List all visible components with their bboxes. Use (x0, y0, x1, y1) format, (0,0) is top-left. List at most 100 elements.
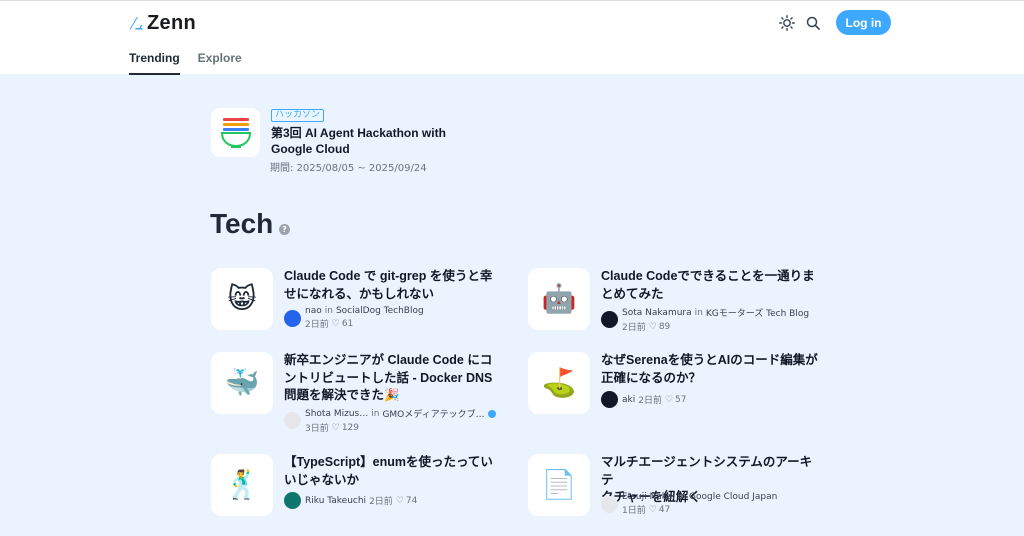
article-thumbnail: ⛳ (528, 352, 590, 414)
article-title-line: マルチエージェントシステムのアーキテ (601, 455, 813, 487)
publish-date: 2日前 (622, 323, 646, 333)
article-emoji: 🐳 (224, 366, 260, 399)
heart-icon: ♡ (331, 422, 340, 433)
author-name[interactable]: nao (305, 306, 322, 316)
article-title-line: 正確になるのか？ (601, 370, 702, 385)
event-title[interactable]: 第3回 AI Agent Hackathon with Google Cloud (271, 125, 471, 157)
article-card[interactable]: 🕺 【TypeScript】enumを使ったってい いじゃないか Riku Ta… (211, 454, 501, 534)
site-header: Zenn Log in Trending Explore (0, 0, 1024, 75)
article-title-line: 【TypeScript】enumを使ったってい (284, 455, 493, 469)
event-thumbnail (211, 108, 260, 157)
article-title-line: せになれる、かもしれない (284, 286, 435, 301)
heart-icon: ♡ (395, 495, 404, 506)
article-title[interactable]: Claude Codeでできることを一通りま とめてみた (601, 268, 821, 303)
article-emoji: ⛳ (541, 366, 577, 399)
help-icon[interactable]: ? (279, 224, 290, 235)
publication-name[interactable]: SocialDog TechBlog (336, 306, 424, 316)
logo-text: Zenn (147, 11, 196, 34)
like-count-value: 129 (341, 422, 359, 433)
avatar[interactable] (601, 391, 618, 408)
article-thumbnail: 🤖 (528, 268, 590, 330)
publish-date: 3日前 (305, 424, 329, 434)
like-count: ♡ 61 (332, 319, 354, 329)
avatar[interactable] (284, 412, 301, 429)
in-label: in (371, 408, 380, 419)
article-meta: nao in SocialDog TechBlog 2日前 ♡ 61 (284, 306, 424, 330)
article-title-line: いじゃないか (284, 472, 360, 487)
article-title-line: Claude Code で git-grep を使うと幸 (284, 269, 493, 283)
login-button[interactable]: Log in (836, 10, 891, 35)
article-title[interactable]: Claude Code で git-grep を使うと幸 せになれる、かもしれな… (284, 268, 504, 303)
main-tabs: Trending Explore (129, 51, 242, 75)
avatar[interactable] (601, 495, 618, 513)
article-thumbnail: 📄 (528, 454, 590, 516)
avatar[interactable] (284, 309, 301, 327)
article-title-line: Claude Codeでできることを一通りま (601, 269, 815, 283)
event-title-line: 第3回 AI Agent Hackathon with (271, 126, 446, 140)
article-thumbnail: 😸 (211, 268, 273, 330)
author-name[interactable]: Riku Takeuchi (305, 496, 366, 506)
article-card[interactable]: 🤖 Claude Codeでできることを一通りま とめてみた Sota Naka… (528, 268, 818, 348)
heart-icon: ♡ (664, 394, 674, 405)
article-title[interactable]: 【TypeScript】enumを使ったってい いじゃないか (284, 454, 504, 489)
zenn-logo[interactable]: Zenn (129, 11, 196, 34)
article-meta: Riku Takeuchi 2日前 ♡ 74 (284, 492, 417, 509)
article-emoji: 🕺 (224, 468, 260, 501)
zenn-logo-icon (129, 17, 143, 30)
publication-name[interactable]: KGモーターズ Tech Blog (706, 306, 809, 319)
in-label: in (677, 492, 687, 502)
article-title[interactable]: 新卒エンジニアが Claude Code にコ ントリビュートした話 - Doc… (284, 352, 504, 405)
article-emoji: 📄 (541, 468, 577, 501)
article-meta: aki 2日前 ♡ 57 (601, 391, 687, 408)
heart-icon: ♡ (648, 504, 657, 515)
author-name[interactable]: aki (622, 395, 635, 405)
publication-name[interactable]: Google Cloud Japan (689, 492, 777, 502)
article-meta: Shota Mizus… in GMOメディアテックブ… 3日前 ♡ 129 (284, 407, 496, 434)
author-name[interactable]: Etsuji Nakai (622, 492, 675, 502)
avatar[interactable] (284, 492, 301, 509)
article-emoji: 🤖 (541, 282, 577, 315)
like-count: ♡ 57 (665, 395, 687, 405)
search-icon[interactable] (803, 13, 823, 33)
article-meta: Etsuji Nakai in Google Cloud Japan 1日前 ♡ 47 (601, 492, 777, 516)
publication-name[interactable]: GMOメディアテックブ… (382, 407, 484, 420)
author-name[interactable]: Shota Mizus… (305, 409, 368, 419)
like-count-value: 61 (341, 318, 354, 329)
tab-explore[interactable]: Explore (198, 51, 242, 75)
section-title: Tech (210, 208, 274, 239)
ramen-bowl-icon (220, 117, 251, 148)
article-title-line: とめてみた (601, 286, 664, 301)
event-title-line: Google Cloud (271, 142, 350, 156)
author-name[interactable]: Sota Nakamura (622, 308, 692, 318)
like-count: ♡ 129 (332, 423, 359, 433)
like-count-value: 89 (658, 321, 671, 332)
publish-date: 2日前 (369, 497, 393, 507)
publish-date: 2日前 (638, 396, 662, 406)
article-title-line: なぜSerenaを使うとAIのコード編集が (601, 353, 818, 367)
like-count: ♡ 47 (649, 505, 671, 515)
like-count-value: 74 (405, 495, 418, 506)
article-title-line: ントリビュートした話 - Docker DNS (284, 370, 493, 385)
like-count: ♡ 89 (649, 322, 671, 332)
article-card[interactable]: 🐳 新卒エンジニアが Claude Code にコ ントリビュートした話 - D… (211, 352, 504, 434)
in-label: in (694, 307, 703, 318)
article-title-line: 問題を解決できた🎉 (284, 388, 400, 402)
theme-toggle-sun-icon[interactable] (777, 13, 797, 33)
article-card[interactable]: 😸 Claude Code で git-grep を使うと幸 せになれる、かもし… (211, 268, 501, 348)
in-label: in (324, 306, 333, 316)
like-count: ♡ 74 (396, 496, 418, 506)
article-thumbnail: 🐳 (211, 352, 273, 414)
event-tag: ハッカソン (271, 109, 325, 122)
article-card[interactable]: ⛳ なぜSerenaを使うとAIのコード編集が 正確になるのか？ aki 2日前 ♡… (528, 352, 818, 432)
event-period: 期間: 2025/08/05 ~ 2025/09/24 (270, 163, 427, 174)
verified-badge-icon (487, 409, 496, 418)
article-title-line: 新卒エンジニアが Claude Code にコ (284, 353, 493, 367)
article-card[interactable]: 📄 マルチエージェントシステムのアーキテ クチャーを紐解く Etsuji Nak… (528, 454, 818, 534)
tab-trending[interactable]: Trending (129, 51, 180, 75)
article-title[interactable]: なぜSerenaを使うとAIのコード編集が 正確になるのか？ (601, 352, 821, 387)
article-meta: Sota Nakamura in KGモーターズ Tech Blog 2日前 ♡ 89 (601, 306, 809, 333)
publish-date: 1日前 (622, 506, 646, 516)
article-thumbnail: 🕺 (211, 454, 273, 516)
like-count-value: 57 (675, 394, 687, 405)
avatar[interactable] (601, 311, 618, 328)
